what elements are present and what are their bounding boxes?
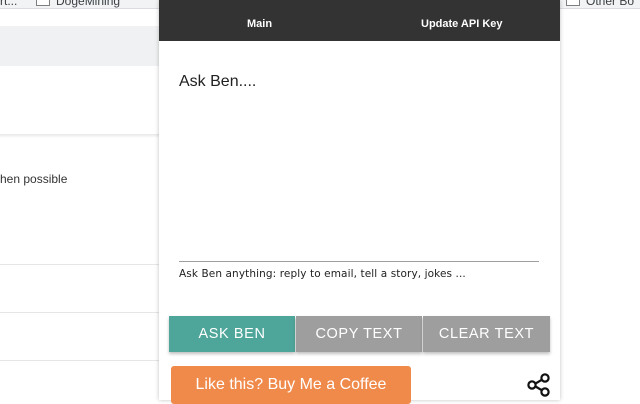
background-header-band (0, 26, 160, 66)
helper-text: Ask Ben anything: reply to email, tell a… (179, 268, 466, 280)
background-divider (0, 264, 160, 265)
background-divider (0, 312, 160, 313)
extension-popup: Main Update API Key Ask Ben anything: re… (159, 0, 560, 404)
tab-main[interactable]: Main (247, 18, 272, 30)
clear-text-button[interactable]: CLEAR TEXT (423, 316, 550, 352)
folder-icon (36, 0, 50, 6)
buy-me-a-coffee-button[interactable]: Like this? Buy Me a Coffee (171, 366, 411, 404)
bookmark-label: DogeMining (56, 0, 121, 8)
other-bookmarks[interactable]: Other Bo (566, 0, 634, 8)
share-icon[interactable] (527, 373, 551, 397)
copy-text-button[interactable]: COPY TEXT (296, 316, 422, 352)
question-input[interactable] (179, 70, 539, 262)
other-bookmarks-label: Other Bo (586, 0, 635, 8)
bookmark-label: rt... (0, 0, 18, 8)
background-divider (0, 360, 160, 361)
popup-navbar: Main Update API Key (159, 0, 560, 41)
background-divider (0, 134, 160, 138)
bookmark-item[interactable]: rt... (0, 0, 17, 8)
folder-icon (566, 0, 580, 6)
background-text: hen possible (0, 172, 68, 186)
tab-update-api-key[interactable]: Update API Key (421, 18, 503, 30)
bookmark-item-dogemining[interactable]: DogeMining (36, 0, 120, 8)
ask-ben-button[interactable]: ASK BEN (169, 316, 295, 352)
